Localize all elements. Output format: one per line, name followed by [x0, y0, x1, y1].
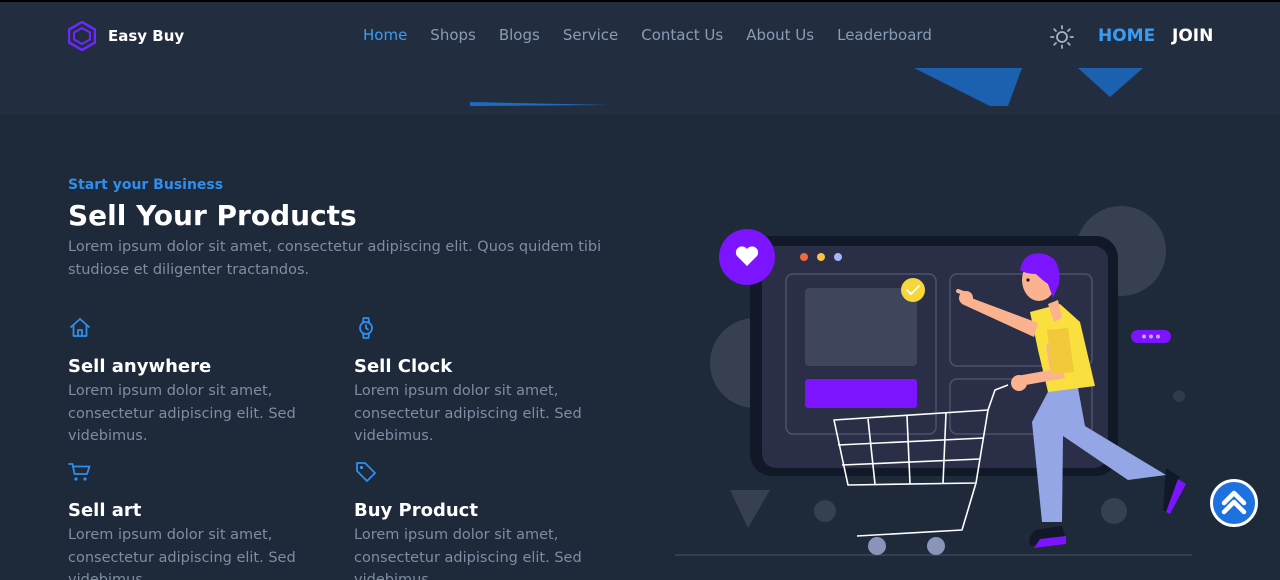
nav-item-about-us[interactable]: About Us	[746, 26, 814, 44]
watch-icon	[359, 317, 373, 339]
hero-eyebrow: Start your Business	[68, 177, 224, 193]
feature-buy-product: Buy Product Lorem ipsum dolor sit amet, …	[354, 460, 614, 580]
hero-description: Lorem ipsum dolor sit amet, consectetur …	[68, 239, 602, 278]
nav-item-shops[interactable]: Shops	[430, 26, 476, 44]
hero-title: Sell Your Products	[68, 199, 357, 232]
feature-text: Lorem ipsum dolor sit amet, consectetur …	[354, 527, 582, 580]
feature-title: Sell anywhere	[68, 356, 212, 377]
hexagon-logo-icon	[68, 21, 96, 51]
shopper-with-cart-illustration	[675, 206, 1192, 556]
sun-icon[interactable]	[1049, 24, 1075, 50]
header-join-link[interactable]: JOIN	[1172, 26, 1213, 46]
feature-text: Lorem ipsum dolor sit amet, consectetur …	[354, 383, 582, 444]
nav-item-home[interactable]: Home	[363, 26, 407, 44]
feature-text: Lorem ipsum dolor sit amet, consectetur …	[68, 383, 296, 444]
feature-title: Buy Product	[354, 500, 478, 521]
nav-item-service[interactable]: Service	[563, 26, 618, 44]
header-home-link[interactable]: HOME	[1098, 26, 1155, 46]
nav-item-blogs[interactable]: Blogs	[499, 26, 540, 44]
feature-sell-anywhere: Sell anywhere Lorem ipsum dolor sit amet…	[68, 316, 328, 448]
main-nav: Home Shops Blogs Service Contact Us Abou…	[363, 26, 955, 44]
cart-icon	[68, 463, 91, 481]
brand-name[interactable]: Easy Buy	[108, 27, 184, 45]
tag-icon	[356, 462, 376, 482]
home-icon	[70, 318, 90, 337]
site-header: Easy Buy Home Shops Blogs Service Contac…	[0, 2, 1280, 115]
chevron-up-icon	[1221, 490, 1247, 515]
scroll-top-button[interactable]	[1210, 479, 1258, 527]
feature-title: Sell Clock	[354, 356, 453, 377]
header-decoration	[470, 68, 1143, 106]
feature-sell-art: Sell art Lorem ipsum dolor sit amet, con…	[68, 460, 328, 580]
nav-item-contact-us[interactable]: Contact Us	[641, 26, 723, 44]
nav-item-leaderboard[interactable]: Leaderboard	[837, 26, 932, 44]
feature-sell-clock: Sell Clock Lorem ipsum dolor sit amet, c…	[354, 316, 614, 448]
feature-title: Sell art	[68, 500, 142, 521]
feature-text: Lorem ipsum dolor sit amet, consectetur …	[68, 527, 296, 580]
brand[interactable]: Easy Buy	[68, 21, 184, 51]
